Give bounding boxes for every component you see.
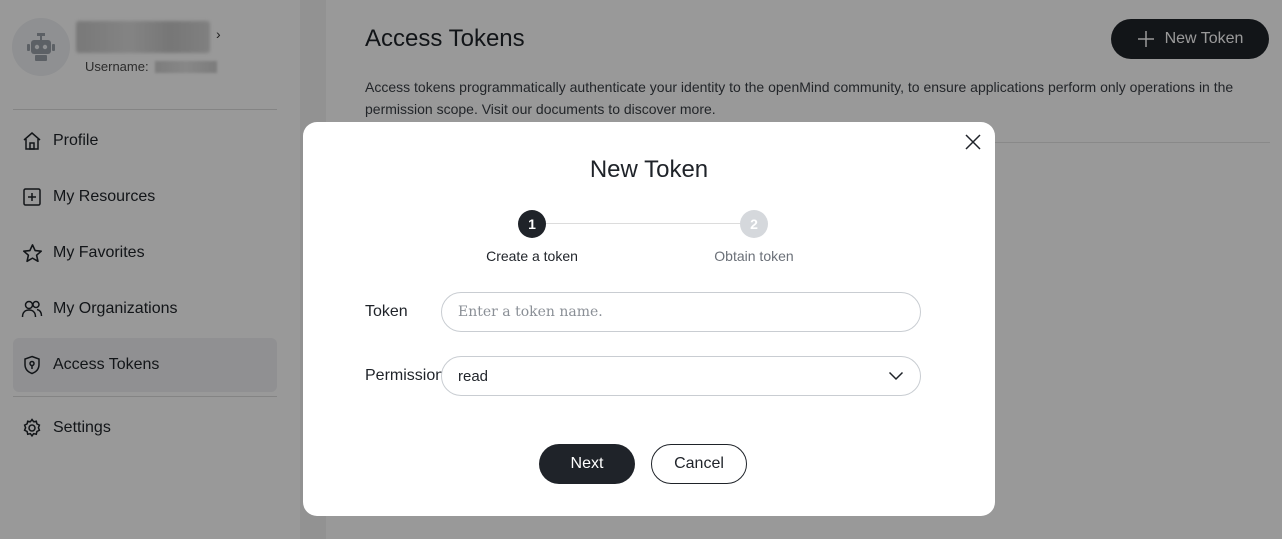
step-2-indicator: 2 <box>740 210 768 238</box>
token-label: Token <box>365 303 408 320</box>
token-name-input[interactable] <box>441 292 921 332</box>
permission-label: Permission <box>365 367 445 384</box>
permission-value: read <box>458 367 489 385</box>
step-1-indicator: 1 <box>518 210 546 238</box>
new-token-dialog: New Token 1 2 Create a token Obtain toke… <box>303 122 995 516</box>
chevron-down-icon <box>888 371 904 381</box>
dialog-title: New Token <box>589 156 709 183</box>
step-1-label: Create a token <box>486 248 578 264</box>
step-2-label: Obtain token <box>714 248 794 264</box>
close-icon[interactable] <box>963 132 983 152</box>
stepper-line <box>546 223 754 224</box>
permission-select[interactable]: read <box>441 356 921 396</box>
cancel-button[interactable]: Cancel <box>651 444 747 484</box>
next-button[interactable]: Next <box>539 444 635 484</box>
